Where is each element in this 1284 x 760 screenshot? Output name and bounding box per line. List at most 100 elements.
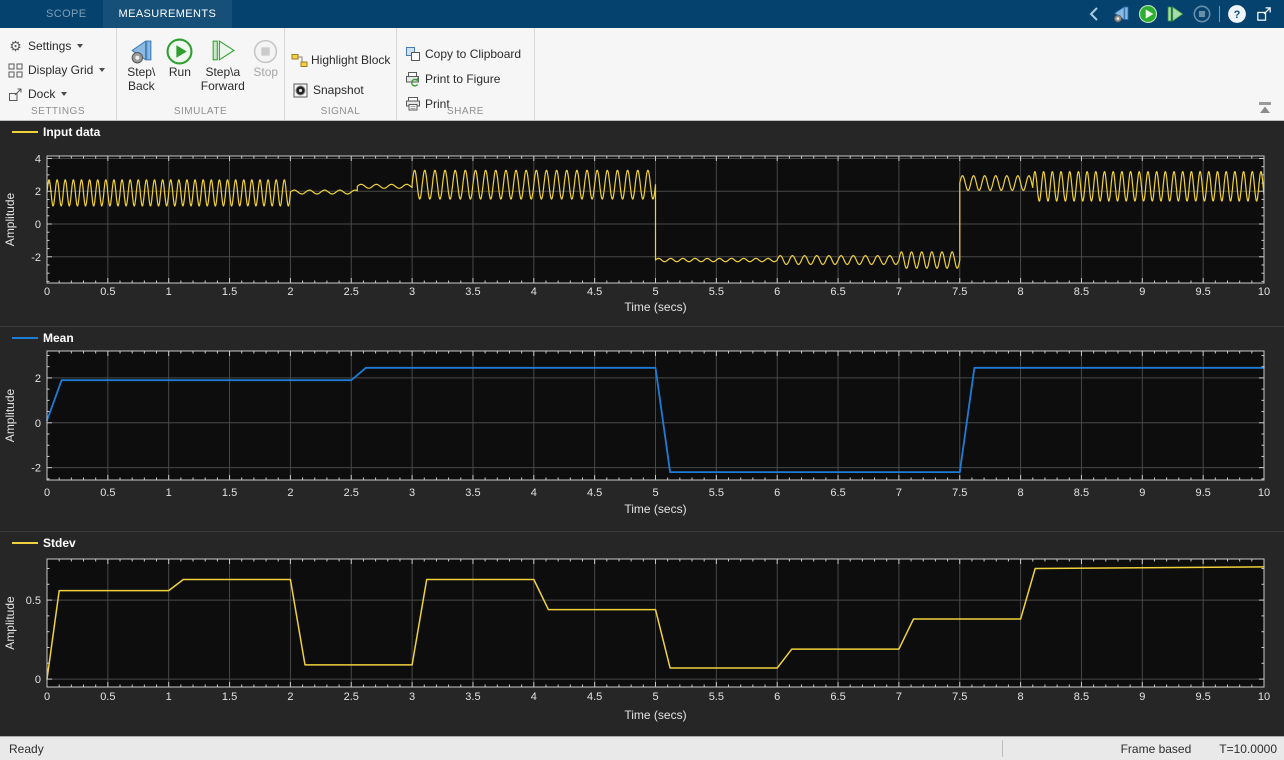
status-divider — [1002, 740, 1003, 757]
svg-text:3: 3 — [409, 286, 415, 298]
svg-text:0: 0 — [44, 691, 50, 703]
svg-text:0: 0 — [44, 286, 50, 298]
display-grid-button[interactable]: Display Grid — [0, 58, 116, 82]
svg-text:2: 2 — [287, 487, 293, 499]
collapse-toolbar-button[interactable] — [1084, 4, 1104, 24]
svg-text:7.5: 7.5 — [952, 487, 967, 499]
svg-text:3: 3 — [409, 487, 415, 499]
snapshot-label: Snapshot — [313, 83, 364, 97]
step-back-icon — [128, 36, 155, 66]
svg-text:3.5: 3.5 — [465, 691, 480, 703]
highlight-block-button[interactable]: Highlight Block — [285, 48, 396, 72]
stop-button[interactable] — [1192, 4, 1212, 24]
step-forward-icon — [1165, 4, 1185, 24]
chevron-down-icon — [77, 44, 83, 48]
highlight-block-label: Highlight Block — [311, 53, 390, 67]
svg-text:Amplitude: Amplitude — [3, 389, 17, 443]
svg-text:6: 6 — [774, 286, 780, 298]
svg-text:1: 1 — [166, 286, 172, 298]
svg-text:-2: -2 — [31, 252, 41, 264]
section-label-signal: SIGNAL — [285, 106, 396, 117]
settings-button[interactable]: ⚙ Settings — [0, 34, 116, 58]
svg-text:2.5: 2.5 — [344, 286, 359, 298]
toolstrip-tabs: SCOPE MEASUREMENTS — [30, 0, 232, 28]
svg-text:2.5: 2.5 — [344, 691, 359, 703]
svg-text:2: 2 — [35, 186, 41, 198]
svg-text:0: 0 — [35, 674, 41, 686]
svg-text:8.5: 8.5 — [1074, 286, 1089, 298]
grid-icon — [6, 63, 25, 78]
svg-text:1.5: 1.5 — [222, 286, 237, 298]
section-simulate: Step\ Back Run — [117, 28, 285, 120]
undock-icon — [1254, 4, 1274, 24]
svg-text:7: 7 — [896, 691, 902, 703]
step-back-button[interactable] — [1111, 4, 1131, 24]
svg-text:1: 1 — [166, 487, 172, 499]
svg-text:0: 0 — [44, 487, 50, 499]
svg-text:0.5: 0.5 — [100, 286, 115, 298]
section-label-settings: SETTINGS — [0, 106, 116, 117]
mean-plot[interactable]: 00.511.522.533.544.555.566.577.588.599.5… — [0, 348, 1284, 531]
svg-text:4: 4 — [531, 286, 537, 298]
dock-label: Dock — [28, 87, 55, 101]
settings-label: Settings — [28, 39, 71, 53]
display-grid-label: Display Grid — [28, 63, 93, 77]
input-plot[interactable]: 00.511.522.533.544.555.566.577.588.599.5… — [0, 142, 1284, 326]
print-to-figure-button[interactable]: Print to Figure — [397, 67, 534, 91]
svg-text:10: 10 — [1258, 286, 1270, 298]
svg-text:4: 4 — [35, 153, 41, 165]
titlebar-divider — [1219, 6, 1220, 22]
print-to-figure-icon — [403, 71, 422, 87]
svg-text:9.5: 9.5 — [1196, 286, 1211, 298]
legend-line-icon — [12, 337, 38, 339]
svg-text:4.5: 4.5 — [587, 286, 602, 298]
quick-access-toolbar: ? — [1084, 0, 1284, 28]
copy-to-clipboard-label: Copy to Clipboard — [425, 47, 521, 61]
status-message: Ready — [0, 742, 44, 756]
svg-text:0: 0 — [35, 219, 41, 231]
step-forward-button[interactable] — [1165, 4, 1185, 24]
collapse-ribbon-button[interactable] — [1256, 101, 1274, 114]
step-back-label-1: Step\ — [127, 66, 155, 80]
dock-button[interactable]: Dock — [0, 82, 116, 106]
stop-icon — [252, 36, 279, 66]
svg-text:9.5: 9.5 — [1196, 691, 1211, 703]
svg-text:0.5: 0.5 — [100, 691, 115, 703]
svg-text:1.5: 1.5 — [222, 691, 237, 703]
svg-text:6.5: 6.5 — [830, 487, 845, 499]
help-button[interactable]: ? — [1227, 4, 1247, 24]
section-label-share: SHARE — [397, 106, 534, 117]
snapshot-button[interactable]: Snapshot — [285, 78, 396, 102]
scope-window: SCOPE MEASUREMENTS — [0, 0, 1284, 760]
svg-text:6.5: 6.5 — [830, 691, 845, 703]
run-button-ribbon[interactable]: Run — [162, 34, 199, 93]
svg-text:2: 2 — [35, 373, 41, 385]
legend-line-icon — [12, 131, 38, 133]
step-forward-button-ribbon[interactable]: Step\a Forward — [200, 34, 245, 93]
svg-text:8.5: 8.5 — [1074, 487, 1089, 499]
run-button[interactable] — [1138, 4, 1158, 24]
svg-text:-2: -2 — [31, 463, 41, 475]
svg-text:4: 4 — [531, 691, 537, 703]
stdev-legend[interactable]: Stdev — [0, 532, 1284, 553]
input-data-panel: Input data 00.511.522.533.544.555.566.57… — [0, 121, 1284, 326]
svg-text:8: 8 — [1018, 487, 1024, 499]
svg-text:1: 1 — [166, 691, 172, 703]
status-sim-time: T=10.0000 — [1219, 742, 1277, 756]
step-back-button-ribbon[interactable]: Step\ Back — [123, 34, 160, 93]
run-label: Run — [169, 66, 191, 80]
tab-measurements[interactable]: MEASUREMENTS — [103, 0, 233, 28]
svg-text:3: 3 — [409, 691, 415, 703]
status-bar: Ready Frame based T=10.0000 — [0, 736, 1284, 760]
step-forward-icon — [209, 36, 236, 66]
mean-legend[interactable]: Mean — [0, 327, 1284, 348]
svg-text:?: ? — [1234, 9, 1241, 21]
svg-text:0.5: 0.5 — [26, 595, 41, 607]
tab-scope[interactable]: SCOPE — [30, 0, 103, 28]
stop-button-ribbon[interactable]: Stop — [247, 34, 284, 93]
undock-button[interactable] — [1254, 4, 1274, 24]
stdev-plot[interactable]: 00.511.522.533.544.555.566.577.588.599.5… — [0, 553, 1284, 736]
copy-to-clipboard-button[interactable]: Copy to Clipboard — [397, 42, 534, 66]
help-icon: ? — [1227, 4, 1247, 24]
input-legend[interactable]: Input data — [0, 121, 1284, 142]
